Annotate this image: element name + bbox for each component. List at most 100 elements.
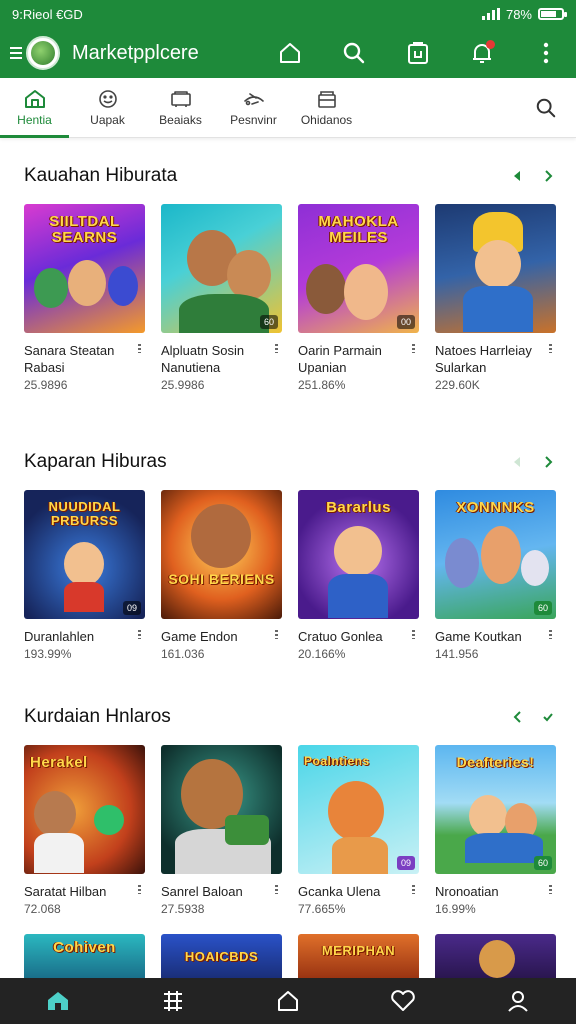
scroll-left-button[interactable] <box>510 168 526 184</box>
nav-favorites[interactable] <box>379 981 427 1021</box>
game-thumbnail: Cohiven <box>24 934 145 978</box>
signal-icon <box>481 8 500 20</box>
game-card[interactable]: 60 Alpluatn Sosin Nanutiena 25.9986 <box>161 204 282 392</box>
more-icon[interactable] <box>407 628 419 645</box>
more-icon[interactable] <box>407 883 419 900</box>
more-icon[interactable] <box>544 628 556 645</box>
more-icon[interactable] <box>133 628 145 645</box>
card-info: Natoes Harrleiay Sularkan <box>435 342 556 376</box>
game-meta: 193.99% <box>24 647 72 661</box>
nav-store[interactable] <box>264 981 312 1021</box>
section-arrows <box>510 454 556 470</box>
game-card[interactable]: MAHOKLA MEILES 00 Oarin Parmain Upanian … <box>298 204 419 392</box>
card-row: SIILTDAL SEARNS Sanara Steatan Rabasi 25… <box>24 204 556 392</box>
tab-search-button[interactable] <box>516 78 576 137</box>
more-icon[interactable] <box>270 883 282 900</box>
more-icon[interactable] <box>270 342 282 376</box>
game-thumbnail: Poalntiens 09 <box>298 745 419 874</box>
game-card[interactable]: Sanrel Baloan 27.5938 <box>161 745 282 916</box>
game-card[interactable]: MERIPHAN <box>298 934 419 978</box>
card-info: Nronoatian <box>435 883 556 900</box>
battery-percent: 78% <box>505 6 532 22</box>
card-info: Oarin Parmain Upanian <box>298 342 419 376</box>
library-button[interactable] <box>404 39 432 67</box>
more-options-button[interactable] <box>532 39 560 67</box>
more-icon[interactable] <box>133 883 145 900</box>
scroll-left-button[interactable] <box>510 709 526 725</box>
game-card[interactable]: Poalntiens 09 Gcanka Ulena 77.665% <box>298 745 419 916</box>
thumbnail-title: MERIPHAN <box>321 943 396 958</box>
more-icon[interactable] <box>544 342 556 376</box>
card-info: Duranlahlen <box>24 628 145 645</box>
game-card[interactable] <box>435 934 556 978</box>
game-name: Gcanka Ulena <box>298 884 381 899</box>
nav-categories[interactable] <box>149 981 197 1021</box>
nav-home[interactable] <box>34 981 82 1021</box>
tab-label: Pesnvinr <box>230 112 277 127</box>
more-icon[interactable] <box>407 342 419 376</box>
tab-home[interactable]: Hentia <box>0 78 69 138</box>
nav-profile[interactable] <box>494 981 542 1021</box>
tab-uapak[interactable]: Uapak <box>73 78 142 137</box>
game-name: Game Endon <box>161 629 238 644</box>
game-card[interactable]: NUUDIDAL PRBURSS 09 Duranlahlen 193.99% <box>24 490 145 661</box>
game-card[interactable]: Herakel Saratat Hilban 72.068 <box>24 745 145 916</box>
chevron-left-icon <box>514 457 520 467</box>
game-meta: 16.99% <box>435 902 476 916</box>
game-thumbnail: MAHOKLA MEILES 00 <box>298 204 419 333</box>
tab-ohidanos[interactable]: Ohidanos <box>292 78 361 137</box>
scroll-right-button[interactable] <box>540 709 556 725</box>
chevron-left-icon <box>514 171 520 181</box>
game-name: Alpluatn Sosin Nanutiena <box>161 343 245 375</box>
game-card[interactable]: Cohiven <box>24 934 145 978</box>
tab-label: Hentia <box>17 112 52 127</box>
game-card[interactable]: Bararlus Cratuo Gonlea 20.166% <box>298 490 419 661</box>
card-info: Game Koutkan <box>435 628 556 645</box>
game-card[interactable]: HOAICBDS <box>161 934 282 978</box>
notifications-button[interactable] <box>468 39 496 67</box>
app-root: 9:Rieol €GD 78% Marketpplcere Hentia Uap… <box>0 0 576 1024</box>
section-header: Kurdaian Hnlaros <box>24 699 556 735</box>
game-card[interactable]: SOHI BERIENS Game Endon 161.036 <box>161 490 282 661</box>
chevron-right-icon <box>545 456 553 468</box>
more-icon[interactable] <box>544 883 556 900</box>
game-meta: 161.036 <box>161 647 205 661</box>
game-card[interactable]: SIILTDAL SEARNS Sanara Steatan Rabasi 25… <box>24 204 145 392</box>
chevron-left-icon <box>513 711 521 723</box>
menu-icon[interactable] <box>10 47 22 59</box>
tab-beaiaks[interactable]: Beaiaks <box>146 78 215 137</box>
game-thumbnail: Herakel <box>24 745 145 874</box>
scroll-left-button[interactable] <box>510 454 526 470</box>
thumbnail-title: SIILTDAL SEARNS <box>49 213 120 246</box>
tab-label: Uapak <box>90 112 125 127</box>
game-name: Sanara Steatan Rabasi <box>24 343 115 375</box>
bag-icon <box>408 42 428 64</box>
game-card[interactable]: Natoes Harrleiay Sularkan 229.60K <box>435 204 556 392</box>
card-info: Cratuo Gonlea <box>298 628 419 645</box>
scroll-right-button[interactable] <box>540 454 556 470</box>
thumbnail-title: SOHI BERIENS <box>168 571 275 587</box>
thumbnail-badge: 60 <box>533 856 552 870</box>
scroll-right-button[interactable] <box>540 168 556 184</box>
game-card[interactable]: XONNNKS 60 Game Koutkan 141.956 <box>435 490 556 661</box>
game-name: Cratuo Gonlea <box>298 629 383 644</box>
heart-icon <box>391 990 415 1011</box>
notification-dot <box>486 40 495 49</box>
home-button[interactable] <box>276 39 304 67</box>
game-card[interactable]: Deafteries! 60 Nronoatian 16.99% <box>435 745 556 916</box>
home-icon <box>280 43 300 63</box>
game-meta: 229.60K <box>435 378 480 392</box>
game-thumbnail <box>161 745 282 874</box>
thumbnail-badge: 60 <box>259 315 278 329</box>
thumbnail-title: HOAICBDS <box>184 949 259 964</box>
more-vertical-icon <box>543 42 549 64</box>
more-icon[interactable] <box>270 628 282 645</box>
thumbnail-title: XONNNKS <box>456 499 535 516</box>
tab-pesnvinr[interactable]: Pesnvinr <box>219 78 288 137</box>
game-thumbnail: Deafteries! 60 <box>435 745 556 874</box>
game-thumbnail: HOAICBDS <box>161 934 282 978</box>
thumbnail-title: Deafteries! <box>456 754 535 770</box>
more-icon[interactable] <box>133 342 145 376</box>
game-thumbnail: SIILTDAL SEARNS <box>24 204 145 333</box>
search-button[interactable] <box>340 39 368 67</box>
